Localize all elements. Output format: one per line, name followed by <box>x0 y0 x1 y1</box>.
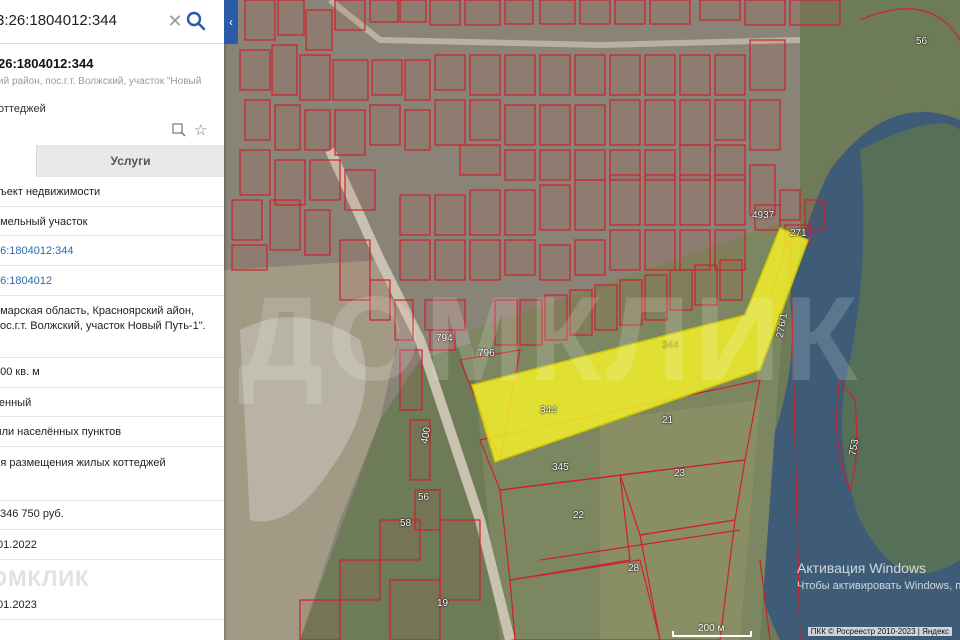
qr-code-icon[interactable] <box>172 123 186 137</box>
detail-permitted-use: ля размещения жилых коттеджей <box>0 457 166 469</box>
parcel-label: 4937 <box>752 210 775 221</box>
detail-cost-date: .01.2022 <box>0 539 37 551</box>
star-icon[interactable]: ☆ <box>194 121 207 139</box>
detail-category: емельный участок <box>0 216 88 228</box>
parcel-label: 23 <box>674 468 686 479</box>
detail-area: 000 кв. м <box>0 366 40 378</box>
object-address: ий район, пос.г.т. Волжский, участок "Но… <box>0 76 202 87</box>
list-item: мли населённых пунктов <box>0 417 224 447</box>
list-item: 26:1804012 <box>0 266 224 296</box>
object-type: оттеджей <box>0 103 46 115</box>
scale-bar <box>672 631 752 637</box>
windows-activation-notice: Активация Windows Чтобы активировать Win… <box>797 560 960 592</box>
cad-quarter-link[interactable]: 26:1804012 <box>0 275 52 287</box>
detail-land-category: мли населённых пунктов <box>0 426 122 438</box>
details-list: бъект недвижимости емельный участок 26:1… <box>0 177 224 620</box>
tab-info[interactable] <box>0 145 36 177</box>
panel-tabs: Услуги <box>0 145 224 177</box>
panel-watermark: ОМКЛИК <box>0 566 90 591</box>
close-icon[interactable]: ✕ <box>166 12 184 30</box>
parcel-label: 28 <box>628 563 640 574</box>
detail-date-2: .01.2023 <box>0 599 37 611</box>
windows-activation-hint: Чтобы активировать Windows, перейдите в … <box>797 580 960 592</box>
list-item: 26:1804012:344 <box>0 236 224 266</box>
detail-status: тенный <box>0 397 32 409</box>
detail-kind: бъект недвижимости <box>0 186 101 198</box>
list-item: тенный <box>0 388 224 417</box>
list-item: 346 750 руб. <box>0 501 224 530</box>
parcel-label: 58 <box>400 518 412 529</box>
object-title: 26:1804012:344 <box>0 56 94 71</box>
map-watermark: ДОМКЛИК <box>238 272 862 406</box>
detail-cost: 346 750 руб. <box>0 508 64 520</box>
info-panel: ✕ 26:1804012:344 ий район, пос.г.т. Волж… <box>0 0 224 640</box>
parcel-label: 22 <box>573 510 585 521</box>
parcel-label: 56 <box>916 36 928 47</box>
windows-activation-title: Активация Windows <box>797 560 927 576</box>
parcel-label: 19 <box>437 598 449 609</box>
search-icon[interactable] <box>186 11 206 31</box>
tab-services[interactable]: Услуги <box>36 145 224 177</box>
collapse-panel-button[interactable]: ‹ <box>224 0 238 44</box>
search-input[interactable] <box>0 12 146 29</box>
list-item: .01.2022 <box>0 530 224 560</box>
list-item: 000 кв. м <box>0 358 224 388</box>
parcel-label: 21 <box>662 415 674 426</box>
chevron-left-icon: ‹ <box>229 15 233 29</box>
detail-address: амарская область, Красноярский айон, пос… <box>0 305 206 332</box>
cad-number-link[interactable]: 26:1804012:344 <box>0 245 74 257</box>
map-scale: 200 м <box>672 623 752 640</box>
list-item: ля размещения жилых коттеджей <box>0 447 224 501</box>
parcel-label: 271 <box>790 228 807 239</box>
parcel-label: 56 <box>418 492 430 503</box>
list-item: емельный участок <box>0 207 224 236</box>
parcel-label: 345 <box>552 462 569 473</box>
search-bar: ✕ <box>0 0 224 44</box>
list-item: .01.2023 <box>0 590 224 620</box>
map-copyright: ПКК © Росреестр 2010-2023 | Яндекс <box>807 627 952 636</box>
list-item: бъект недвижимости <box>0 177 224 207</box>
list-item: амарская область, Красноярский айон, пос… <box>0 296 224 358</box>
